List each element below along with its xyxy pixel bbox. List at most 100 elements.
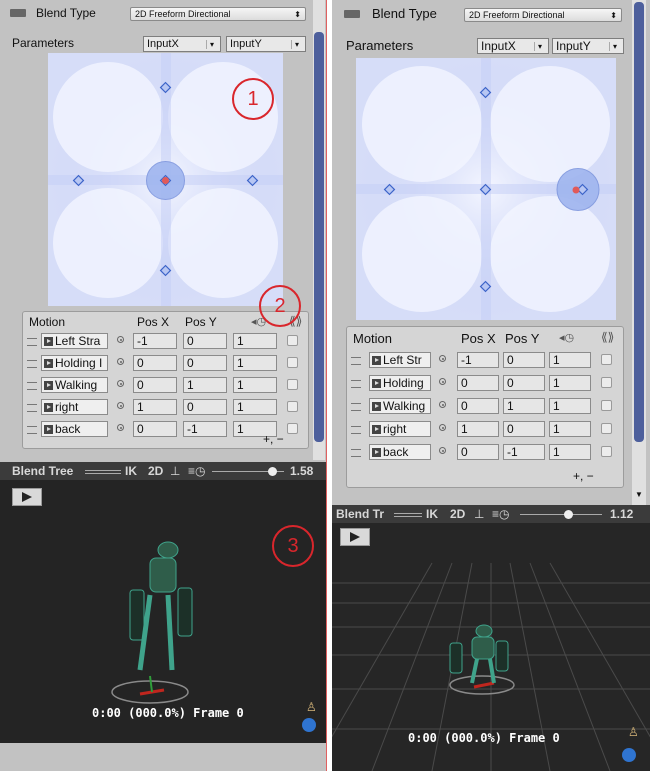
pos-x-field[interactable]: -1 bbox=[457, 352, 499, 368]
mirror-checkbox[interactable] bbox=[287, 335, 298, 346]
row-drag-handle-icon[interactable] bbox=[351, 403, 361, 411]
speed-field[interactable]: 1 bbox=[233, 355, 277, 371]
play-button[interactable] bbox=[340, 528, 370, 546]
pivot-icon[interactable]: ⊥ bbox=[170, 464, 180, 478]
pos-y-field[interactable]: 0 bbox=[503, 352, 545, 368]
clip-picker-icon[interactable] bbox=[117, 336, 124, 343]
speed-field[interactable]: 1 bbox=[549, 444, 591, 460]
speed-slider[interactable] bbox=[520, 514, 602, 515]
row-drag-handle-icon[interactable] bbox=[27, 360, 37, 368]
motion-clip-field[interactable]: back bbox=[41, 421, 108, 437]
pos-y-field[interactable]: 0 bbox=[183, 355, 227, 371]
clip-picker-icon[interactable] bbox=[117, 358, 124, 365]
mirror-checkbox[interactable] bbox=[601, 446, 612, 457]
speed-field[interactable]: 1 bbox=[549, 421, 591, 437]
speed-field[interactable]: 1 bbox=[233, 377, 277, 393]
clip-picker-icon[interactable] bbox=[439, 378, 446, 385]
pos-x-field[interactable]: 0 bbox=[457, 375, 499, 391]
param-x-dropdown[interactable]: InputX ▾ bbox=[477, 38, 549, 54]
pos-y-field[interactable]: 0 bbox=[183, 333, 227, 349]
mirror-checkbox[interactable] bbox=[287, 401, 298, 412]
preview-viewport[interactable]: 0:00 (000.0%) Frame 0 ♙ bbox=[332, 523, 650, 771]
row-drag-handle-icon[interactable] bbox=[351, 426, 361, 434]
clip-picker-icon[interactable] bbox=[117, 380, 124, 387]
pos-y-field[interactable]: 1 bbox=[503, 398, 545, 414]
mirror-checkbox[interactable] bbox=[601, 354, 612, 365]
scrollbar-thumb[interactable] bbox=[634, 2, 644, 442]
pos-y-field[interactable]: 0 bbox=[183, 399, 227, 415]
clip-picker-icon[interactable] bbox=[117, 424, 124, 431]
motion-clip-field[interactable]: Walking bbox=[369, 398, 431, 414]
mirror-checkbox[interactable] bbox=[287, 379, 298, 390]
row-drag-handle-icon[interactable] bbox=[27, 404, 37, 412]
pos-y-field[interactable]: 1 bbox=[183, 377, 227, 393]
pos-x-field[interactable]: -1 bbox=[133, 333, 177, 349]
pos-x-field[interactable]: 0 bbox=[133, 355, 177, 371]
motion-clip-field[interactable]: Left Str bbox=[369, 352, 431, 368]
mirror-checkbox[interactable] bbox=[601, 423, 612, 434]
pos-x-field[interactable]: 1 bbox=[457, 421, 499, 437]
clip-picker-icon[interactable] bbox=[439, 447, 446, 454]
clip-picker-icon[interactable] bbox=[439, 355, 446, 362]
ik-toggle[interactable]: IK bbox=[426, 507, 438, 521]
clip-picker-icon[interactable] bbox=[117, 402, 124, 409]
motion-clip-field[interactable]: Walking bbox=[41, 377, 108, 393]
speed-field[interactable]: 1 bbox=[233, 399, 277, 415]
pivot-icon[interactable]: ⊥ bbox=[474, 507, 484, 521]
mirror-checkbox[interactable] bbox=[287, 357, 298, 368]
ik-toggle[interactable]: IK bbox=[125, 464, 137, 478]
motion-clip-field[interactable]: Left Stra bbox=[41, 333, 108, 349]
param-y-dropdown[interactable]: InputY ▾ bbox=[226, 36, 306, 52]
scrollbar-thumb[interactable] bbox=[314, 32, 324, 442]
pos-y-field[interactable]: -1 bbox=[183, 421, 227, 437]
speed-field[interactable]: 1 bbox=[233, 333, 277, 349]
2d-toggle[interactable]: 2D bbox=[450, 507, 465, 521]
pos-y-field[interactable]: 0 bbox=[503, 375, 545, 391]
inspector-scrollbar[interactable]: ▼ bbox=[632, 0, 646, 505]
speed-slider-thumb[interactable] bbox=[564, 510, 573, 519]
mirror-checkbox[interactable] bbox=[287, 423, 298, 434]
param-x-dropdown[interactable]: InputX ▾ bbox=[143, 36, 221, 52]
param-y-dropdown[interactable]: InputY ▾ bbox=[552, 38, 624, 54]
add-remove-motion[interactable]: +, − bbox=[573, 469, 594, 483]
clip-picker-icon[interactable] bbox=[439, 401, 446, 408]
speed-field[interactable]: 1 bbox=[549, 398, 591, 414]
motion-clip-field[interactable]: right bbox=[41, 399, 108, 415]
row-drag-handle-icon[interactable] bbox=[351, 380, 361, 388]
blend-type-dropdown[interactable]: 2D Freeform Directional ⬍ bbox=[464, 8, 622, 22]
speed-field[interactable]: 1 bbox=[549, 375, 591, 391]
mirror-checkbox[interactable] bbox=[601, 400, 612, 411]
mirror-checkbox[interactable] bbox=[601, 377, 612, 388]
pos-x-field[interactable]: 0 bbox=[457, 444, 499, 460]
pos-y-field[interactable]: -1 bbox=[503, 444, 545, 460]
pos-x-field[interactable]: 0 bbox=[457, 398, 499, 414]
pos-x-field[interactable]: 0 bbox=[133, 421, 177, 437]
blend-space-graph[interactable] bbox=[356, 58, 616, 320]
motion-clip-field[interactable]: back bbox=[369, 444, 431, 460]
row-drag-handle-icon[interactable] bbox=[27, 338, 37, 346]
row-drag-handle-icon[interactable] bbox=[27, 382, 37, 390]
motion-clip-field[interactable]: right bbox=[369, 421, 431, 437]
inspector-scrollbar[interactable] bbox=[313, 0, 325, 460]
drag-handle-icon[interactable] bbox=[394, 513, 422, 517]
add-remove-motion[interactable]: +, − bbox=[263, 432, 284, 446]
scroll-down-icon[interactable]: ▼ bbox=[635, 490, 643, 499]
avatar-selector-icon[interactable] bbox=[302, 718, 316, 732]
speed-field[interactable]: 1 bbox=[549, 352, 591, 368]
row-drag-handle-icon[interactable] bbox=[351, 357, 361, 365]
motion-clip-field[interactable]: Holding I bbox=[41, 355, 108, 371]
motion-clip-field[interactable]: Holding bbox=[369, 375, 431, 391]
pos-x-field[interactable]: 0 bbox=[133, 377, 177, 393]
pos-y-field[interactable]: 0 bbox=[503, 421, 545, 437]
pos-x-field[interactable]: 1 bbox=[133, 399, 177, 415]
avatar-pin-icon[interactable]: ♙ bbox=[306, 700, 317, 714]
avatar-pin-icon[interactable]: ♙ bbox=[628, 725, 639, 739]
preview-viewport[interactable]: 0:00 (000.0%) Frame 0 ♙ bbox=[0, 480, 327, 743]
drag-handle-icon[interactable] bbox=[85, 470, 121, 474]
speed-slider-thumb[interactable] bbox=[268, 467, 277, 476]
row-drag-handle-icon[interactable] bbox=[351, 449, 361, 457]
avatar-selector-icon[interactable] bbox=[622, 748, 636, 762]
clip-picker-icon[interactable] bbox=[439, 424, 446, 431]
2d-toggle[interactable]: 2D bbox=[148, 464, 163, 478]
blend-type-dropdown[interactable]: 2D Freeform Directional ⬍ bbox=[130, 7, 306, 21]
